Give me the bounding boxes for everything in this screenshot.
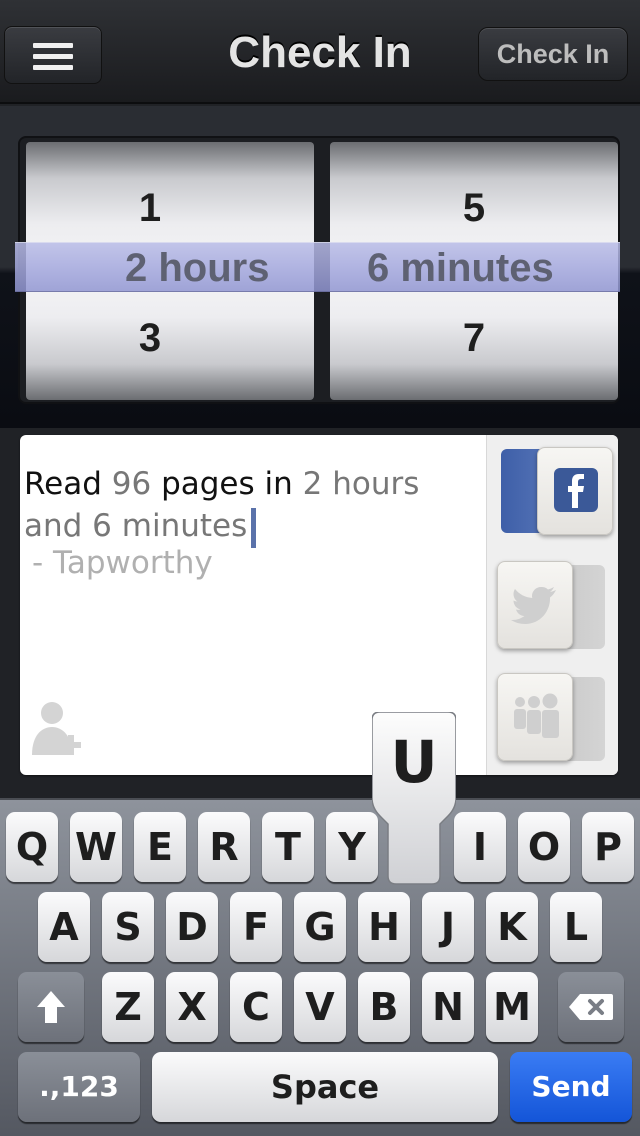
- key-k[interactable]: K: [486, 892, 538, 962]
- backspace-icon: [569, 994, 613, 1020]
- key-g[interactable]: G: [294, 892, 346, 962]
- msg-pages-in: pages in: [161, 466, 293, 502]
- key-w[interactable]: W: [70, 812, 122, 882]
- page-title: Check In: [228, 28, 412, 77]
- minutes-selected: 6 minutes: [367, 246, 554, 290]
- key-q[interactable]: Q: [6, 812, 58, 882]
- facebook-icon: [554, 468, 598, 512]
- hours-selected: 2 hours: [125, 246, 270, 290]
- key-u-popup[interactable]: U: [372, 712, 456, 886]
- minutes-above: 5: [462, 186, 486, 230]
- shift-arrow-icon: [37, 991, 65, 1023]
- key-x[interactable]: X: [166, 972, 218, 1042]
- twitter-toggle-thumb[interactable]: [497, 561, 573, 649]
- key-i[interactable]: I: [454, 812, 506, 882]
- msg-pages: 96: [111, 466, 152, 502]
- key-u[interactable]: U: [372, 728, 456, 796]
- key-p[interactable]: P: [582, 812, 634, 882]
- key-f[interactable]: F: [230, 892, 282, 962]
- space-key[interactable]: Space: [152, 1052, 498, 1122]
- myspace-icon: [514, 693, 559, 738]
- nav-bar: Check In Check In: [0, 0, 640, 104]
- twitter-icon: [511, 587, 556, 624]
- myspace-toggle-thumb[interactable]: [497, 673, 573, 761]
- key-y[interactable]: Y: [326, 812, 378, 882]
- key-o[interactable]: O: [518, 812, 570, 882]
- key-s[interactable]: S: [102, 892, 154, 962]
- key-v[interactable]: V: [294, 972, 346, 1042]
- facebook-toggle-thumb[interactable]: [537, 447, 613, 535]
- key-c[interactable]: C: [230, 972, 282, 1042]
- message-text[interactable]: Read 96 pages in 2 hours and 6 minutes: [24, 463, 479, 548]
- add-friend-icon[interactable]: [30, 697, 86, 759]
- key-j[interactable]: J: [422, 892, 474, 962]
- numbers-key[interactable]: .,123: [18, 1052, 140, 1122]
- key-h[interactable]: H: [358, 892, 410, 962]
- shift-key[interactable]: [18, 972, 84, 1042]
- key-z[interactable]: Z: [102, 972, 154, 1042]
- share-options: [486, 435, 618, 775]
- hours-above: 1: [138, 186, 162, 230]
- minutes-below: 7: [462, 316, 486, 360]
- menu-button[interactable]: [4, 26, 102, 84]
- key-r[interactable]: R: [198, 812, 250, 882]
- msg-read: Read: [24, 466, 102, 502]
- hours-below: 3: [138, 316, 162, 360]
- text-caret: [251, 507, 257, 548]
- key-m[interactable]: M: [486, 972, 538, 1042]
- attribution: - Tapworthy: [32, 545, 213, 581]
- delete-key[interactable]: [558, 972, 624, 1042]
- key-a[interactable]: A: [38, 892, 90, 962]
- key-e[interactable]: E: [134, 812, 186, 882]
- key-n[interactable]: N: [422, 972, 474, 1042]
- key-l[interactable]: L: [550, 892, 602, 962]
- key-b[interactable]: B: [358, 972, 410, 1042]
- key-t[interactable]: T: [262, 812, 314, 882]
- key-d[interactable]: D: [166, 892, 218, 962]
- send-key[interactable]: Send: [510, 1052, 632, 1122]
- check-in-button[interactable]: Check In: [478, 27, 628, 81]
- hamburger-icon: [33, 43, 73, 70]
